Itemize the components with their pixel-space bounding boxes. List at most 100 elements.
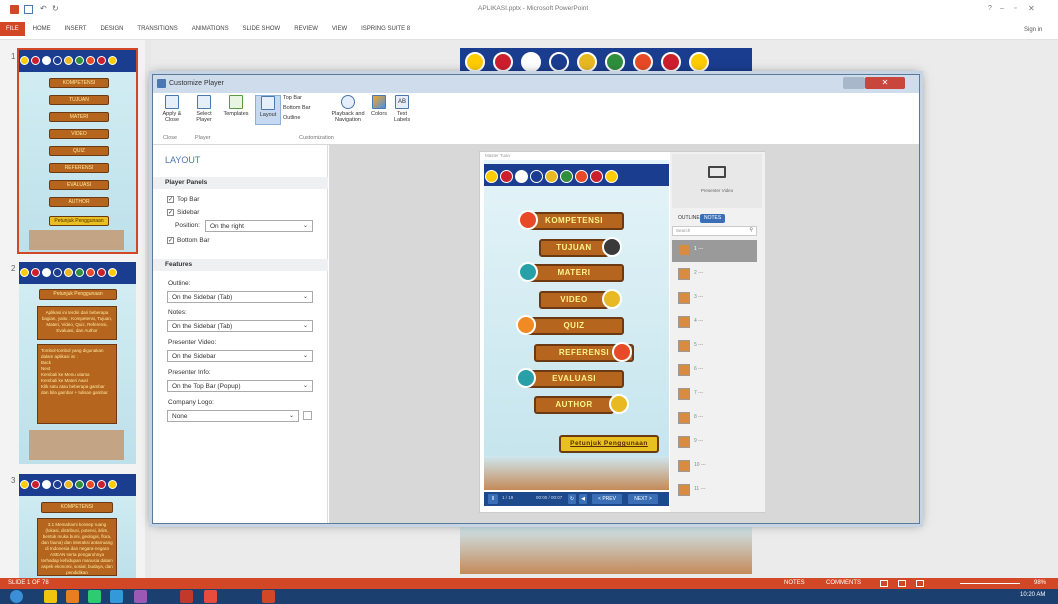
player-preview-area: Master Tuan KOMPETENSI TUJUAN MATERI VID…	[329, 145, 919, 523]
undo-icon[interactable]: ↶	[40, 4, 47, 13]
chrome-icon[interactable]	[88, 590, 101, 603]
menu-author[interactable]: AUTHOR	[534, 396, 614, 414]
presenter-video-select[interactable]: On the Sidebar ⌄	[167, 350, 313, 362]
company-logo-select[interactable]: None ⌄	[167, 410, 299, 422]
dialog-minimize-button[interactable]	[843, 77, 865, 89]
petunjuk-button[interactable]: Petunjuk Penggunaan	[559, 435, 659, 453]
app-icon[interactable]	[110, 590, 123, 603]
tab-view[interactable]: VIEW	[326, 22, 353, 36]
flag-strip	[19, 262, 136, 284]
tab-insert[interactable]: INSERT	[59, 22, 93, 36]
sidebar-checkbox[interactable]: ✓	[167, 209, 174, 216]
save-icon[interactable]	[24, 5, 33, 14]
outline-row[interactable]: 3 ---	[672, 288, 757, 310]
outline-search-input[interactable]: Search ⚲	[672, 226, 757, 236]
slide-thumbnail-2[interactable]: Petunjuk Penggunaan Aplikasi ini terdiri…	[19, 262, 136, 464]
reading-view-icon[interactable]	[916, 580, 924, 587]
text-labels-button[interactable]: AB Text Labels	[391, 95, 413, 123]
chevron-down-icon: ⌄	[302, 223, 308, 229]
tab-design[interactable]: DESIGN	[94, 22, 129, 36]
features-header: Features	[153, 259, 328, 271]
outline-row-text: 9 ---	[694, 438, 704, 444]
landmarks-illustration	[29, 230, 124, 250]
position-select[interactable]: On the right ⌄	[205, 220, 313, 232]
redo-icon[interactable]: ↻	[52, 4, 59, 13]
outline-row[interactable]: 2 ---	[672, 264, 757, 286]
browse-logo-icon[interactable]	[303, 411, 312, 420]
notes-tab[interactable]: NOTES	[700, 214, 726, 223]
outline-row[interactable]: 8 ---	[672, 408, 757, 430]
notes-button[interactable]: NOTES	[784, 578, 805, 589]
tab-ispring[interactable]: ISPRING SUITE 8	[355, 22, 416, 36]
menu-materi[interactable]: MATERI	[524, 264, 624, 282]
dialog-close-button[interactable]: ✕	[865, 77, 905, 89]
top-bar-button[interactable]: Top Bar	[283, 95, 325, 101]
outline-row[interactable]: 11 ---	[672, 480, 757, 502]
presenter-info-select[interactable]: On the Top Bar (Popup) ⌄	[167, 380, 313, 392]
app-icon[interactable]	[180, 590, 193, 603]
prev-button[interactable]: < PREV	[592, 494, 622, 504]
thumb-item: EVALUASI	[49, 180, 109, 190]
media-icon[interactable]	[66, 590, 79, 603]
layout-icon	[261, 96, 275, 110]
comments-button[interactable]: COMMENTS	[826, 578, 861, 589]
customize-player-dialog: Customize Player ✕ Apply & Close Select …	[152, 74, 920, 524]
top-bar-checkbox[interactable]: ✓	[167, 196, 174, 203]
explorer-icon[interactable]	[44, 590, 57, 603]
restore-icon[interactable]: ▫	[1014, 5, 1016, 12]
outline-row[interactable]: 5 ---	[672, 336, 757, 358]
app-icon[interactable]	[204, 590, 217, 603]
thumb-text: Klik satu atau beberapa gambar dan bila …	[41, 384, 108, 395]
colors-button[interactable]: Colors	[369, 95, 389, 117]
position-label: Position:	[175, 222, 200, 229]
outline-row[interactable]: 6 ---	[672, 360, 757, 382]
tab-slide-show[interactable]: SLIDE SHOW	[237, 22, 287, 36]
chevron-down-icon: ⌄	[302, 383, 308, 389]
outline-row[interactable]: 9 ---	[672, 432, 757, 454]
minimize-icon[interactable]: –	[1000, 5, 1004, 12]
tab-home[interactable]: HOME	[27, 22, 57, 36]
zoom-level[interactable]: 98%	[1034, 578, 1046, 589]
pause-button[interactable]: II	[488, 494, 498, 504]
slide-thumbnail-3[interactable]: KOMPETENSI 3.1 Memahami konsep ruang (lo…	[19, 474, 136, 578]
templates-button[interactable]: Templates	[221, 95, 251, 117]
slide-thumb-icon	[678, 436, 690, 448]
sign-in-link[interactable]: Sign in	[1024, 27, 1042, 33]
help-icon[interactable]: ?	[988, 5, 992, 12]
apply-close-button[interactable]: Apply & Close	[159, 95, 185, 123]
bottom-bar-button[interactable]: Bottom Bar	[283, 105, 325, 111]
outline-row[interactable]: 4 ---	[672, 312, 757, 334]
menu-kompetensi[interactable]: KOMPETENSI	[524, 212, 624, 230]
tab-transitions[interactable]: TRANSITIONS	[131, 22, 183, 36]
zoom-slider[interactable]	[960, 583, 1020, 584]
select-player-button[interactable]: Select Player	[191, 95, 217, 123]
powerpoint-task-icon[interactable]	[262, 590, 275, 603]
notes-select[interactable]: On the Sidebar (Tab) ⌄	[167, 320, 313, 332]
thumb-item: KOMPETENSI	[49, 78, 109, 88]
normal-view-icon[interactable]	[880, 580, 888, 587]
start-button[interactable]	[10, 590, 23, 603]
outline-row[interactable]: 7 ---	[672, 384, 757, 406]
layout-button[interactable]: Layout	[255, 95, 281, 125]
tab-review[interactable]: REVIEW	[288, 22, 324, 36]
outline-button[interactable]: Outline	[283, 115, 325, 121]
tab-animations[interactable]: ANIMATIONS	[186, 22, 235, 36]
outline-row[interactable]: 1 ---	[672, 240, 757, 262]
thumb-item: TUJUAN	[49, 95, 109, 105]
slide-sorter-icon[interactable]	[898, 580, 906, 587]
app-icon[interactable]	[134, 590, 147, 603]
menu-tujuan[interactable]: TUJUAN	[539, 239, 609, 257]
menu-video[interactable]: VIDEO	[539, 291, 609, 309]
bottom-bar-checkbox[interactable]: ✓	[167, 237, 174, 244]
close-icon[interactable]: ✕	[1028, 4, 1035, 13]
next-button[interactable]: NEXT >	[628, 494, 658, 504]
menu-quiz[interactable]: QUIZ	[524, 317, 624, 335]
tab-file[interactable]: FILE	[0, 22, 25, 36]
refresh-button[interactable]: ↻	[568, 494, 576, 504]
menu-evaluasi[interactable]: EVALUASI	[524, 370, 624, 388]
outline-row[interactable]: 10 ---	[672, 456, 757, 478]
playback-button[interactable]: Playback and Navigation	[329, 95, 367, 123]
volume-button[interactable]: ◀	[579, 494, 587, 504]
outline-select[interactable]: On the Sidebar (Tab) ⌄	[167, 291, 313, 303]
slide-thumbnail-1[interactable]: KOMPETENSI TUJUAN MATERI VIDEO QUIZ REFE…	[17, 48, 138, 254]
